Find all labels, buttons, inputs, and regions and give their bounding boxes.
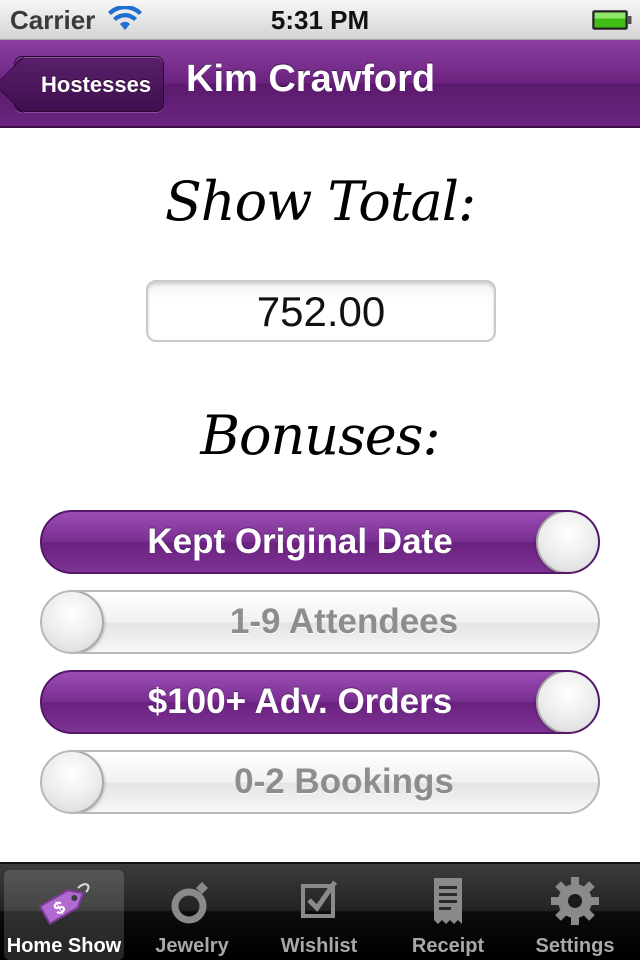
tab-label: Wishlist: [280, 935, 358, 957]
toggle-knob[interactable]: [42, 592, 104, 652]
ring-icon: [171, 882, 208, 924]
bonus-toggle-0-2-bookings[interactable]: 0-2 Bookings: [40, 750, 600, 814]
back-button-label: Hostesses: [41, 72, 152, 97]
toggle-knob[interactable]: [42, 752, 104, 812]
tab-settings[interactable]: Settings: [515, 870, 635, 960]
tab-bar: $ Home Show Jewelry Wishlist Receipt Set…: [0, 862, 640, 960]
toggle-label: Kept Original Date: [147, 522, 453, 561]
navigation-bar: Hostesses Kim Crawford: [0, 40, 640, 128]
bonus-toggle-1-9-attendees[interactable]: 1-9 Attendees: [40, 590, 600, 654]
tab-label: Jewelry: [155, 935, 229, 957]
toggle-knob[interactable]: [536, 512, 598, 572]
price-tag-icon: $: [38, 883, 90, 926]
tab-label: Settings: [535, 935, 615, 957]
toggle-knob[interactable]: [536, 672, 598, 732]
checkbox-icon: [301, 880, 338, 918]
page-title: Kim Crawford: [186, 58, 436, 100]
tab-wishlist[interactable]: Wishlist: [259, 870, 379, 960]
show-total-field[interactable]: 752.00: [146, 280, 496, 342]
tab-receipt[interactable]: Receipt: [388, 870, 508, 960]
carrier-name: Carrier: [10, 5, 96, 35]
battery-icon: [592, 10, 632, 30]
show-total-heading: Show Total:: [164, 170, 476, 233]
bonuses-heading: Bonuses:: [200, 404, 440, 467]
back-button[interactable]: Hostesses: [14, 56, 165, 112]
bonus-toggle-kept-original-date[interactable]: Kept Original Date: [40, 510, 600, 574]
bonus-toggle-100-adv-orders[interactable]: $100+ Adv. Orders: [40, 670, 600, 734]
gear-icon: [551, 877, 599, 925]
tab-label: Receipt: [411, 935, 485, 957]
wifi-icon: [108, 6, 142, 30]
toggle-label: 0-2 Bookings: [234, 762, 454, 801]
clock: 5:31 PM: [270, 5, 370, 35]
tab-label: Home Show: [6, 935, 122, 957]
receipt-icon: [434, 878, 462, 924]
toggle-label: 1-9 Attendees: [229, 602, 459, 641]
tab-jewelry[interactable]: Jewelry: [132, 870, 252, 960]
toggle-label: $100+ Adv. Orders: [147, 682, 453, 721]
tab-home-show[interactable]: $ Home Show: [4, 870, 124, 960]
status-bar: Carrier 5:31 PM: [0, 0, 640, 40]
